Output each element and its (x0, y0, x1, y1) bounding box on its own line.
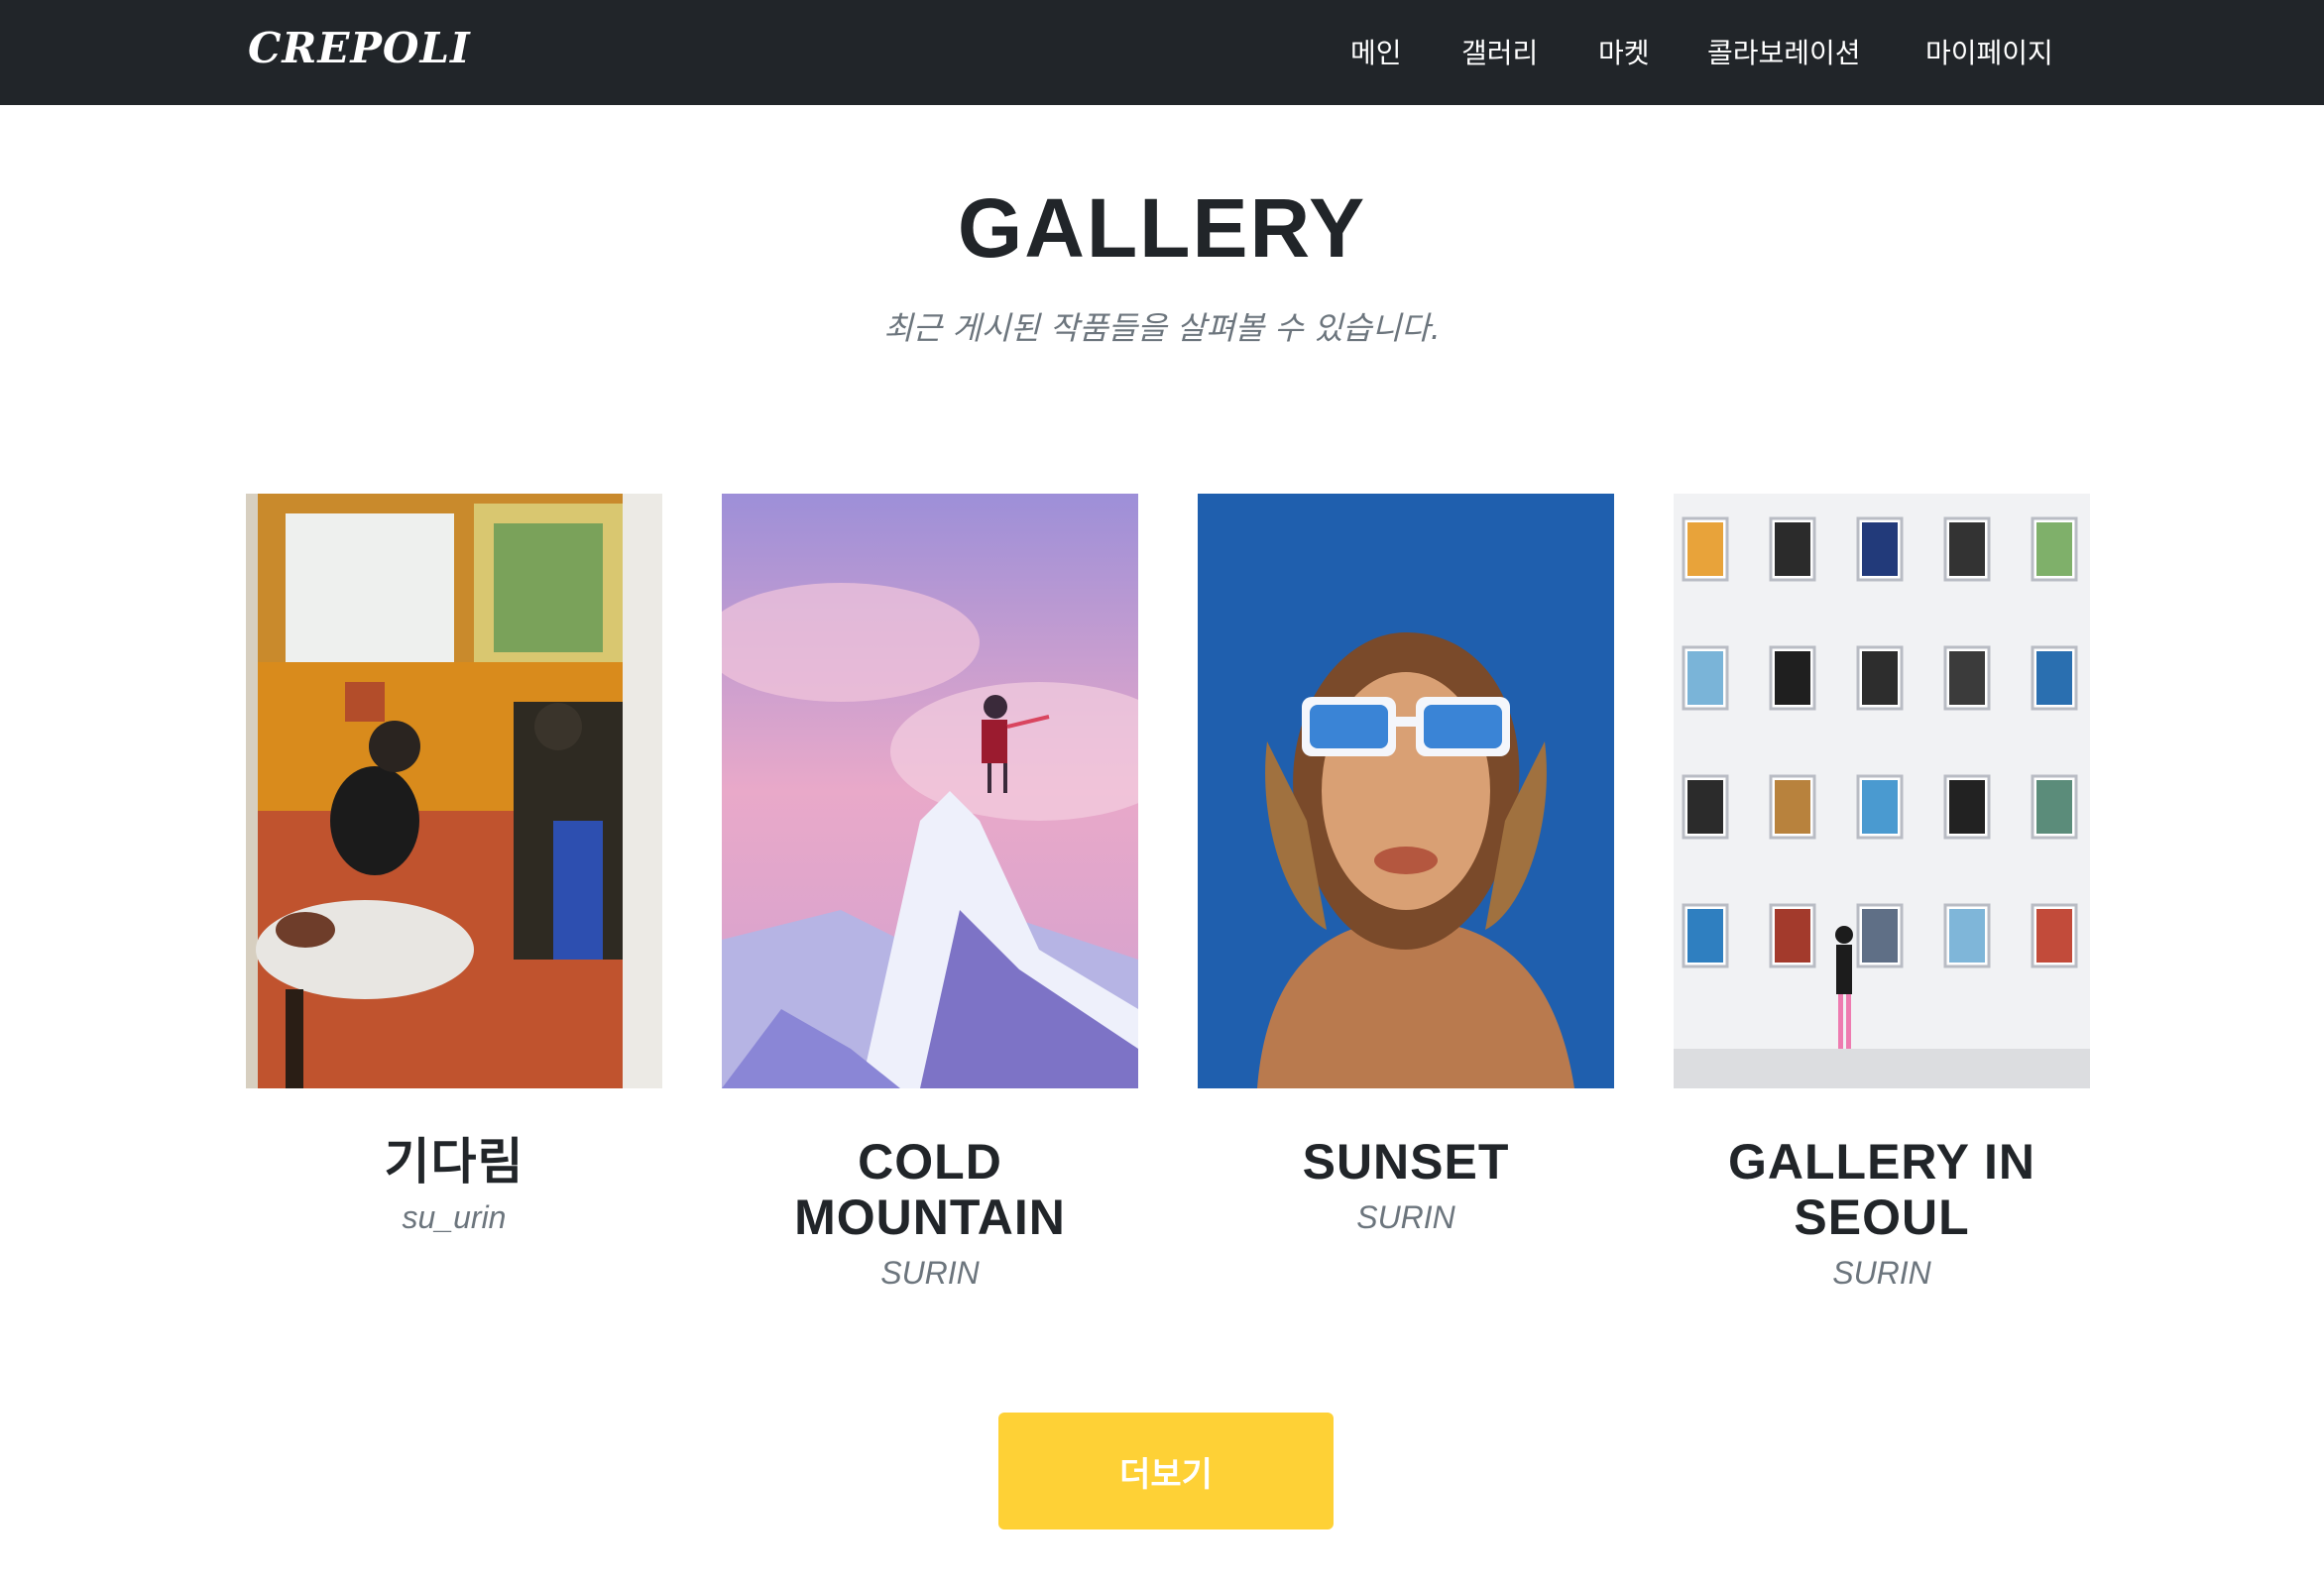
artwork-image[interactable] (1198, 494, 1614, 1088)
gallery-card[interactable]: COLD MOUNTAIN SURIN (722, 494, 1138, 1293)
nav-link-gallery[interactable]: 갤러리 (1461, 32, 1538, 71)
nav-link-main[interactable]: 메인 (1350, 32, 1402, 71)
gallery-subtitle: 최근 게시된 작품들을 살펴볼 수 있습니다. (883, 309, 1441, 347)
artwork-title: SUNSET (1302, 1134, 1510, 1190)
navbar: CREPOLI 메인 갤러리 마켓 콜라보레이션 마이페이지 (0, 0, 2324, 105)
artwork-image[interactable] (1674, 494, 2090, 1088)
more-button[interactable]: 더보기 (998, 1413, 1334, 1529)
gallery-card[interactable]: GALLERY IN SEOUL SURIN (1674, 494, 2090, 1293)
gallery-card[interactable]: SUNSET SURIN (1198, 494, 1614, 1237)
artwork-author: SURIN (1356, 1199, 1455, 1235)
nav-link-market[interactable]: 마켓 (1598, 32, 1650, 71)
gallery-card[interactable]: 기다림 su_urin (246, 494, 662, 1237)
artwork-author: SURIN (880, 1255, 980, 1291)
artwork-image[interactable] (246, 494, 662, 1088)
nav-link-mypage[interactable]: 마이페이지 (1925, 32, 2053, 71)
artwork-title: GALLERY IN SEOUL (1727, 1134, 2036, 1245)
nav-menu: 메인 갤러리 마켓 콜라보레이션 마이페이지 (0, 32, 2324, 71)
artwork-title: 기다림 (384, 1134, 524, 1190)
artwork-title: COLD MOUNTAIN (794, 1134, 1066, 1245)
artwork-image[interactable] (722, 494, 1138, 1088)
artwork-author: SURIN (1832, 1255, 1931, 1291)
nav-link-collaboration[interactable]: 콜라보레이션 (1707, 32, 1861, 71)
artwork-author: su_urin (402, 1199, 507, 1235)
gallery-title: GALLERY (957, 181, 1367, 275)
